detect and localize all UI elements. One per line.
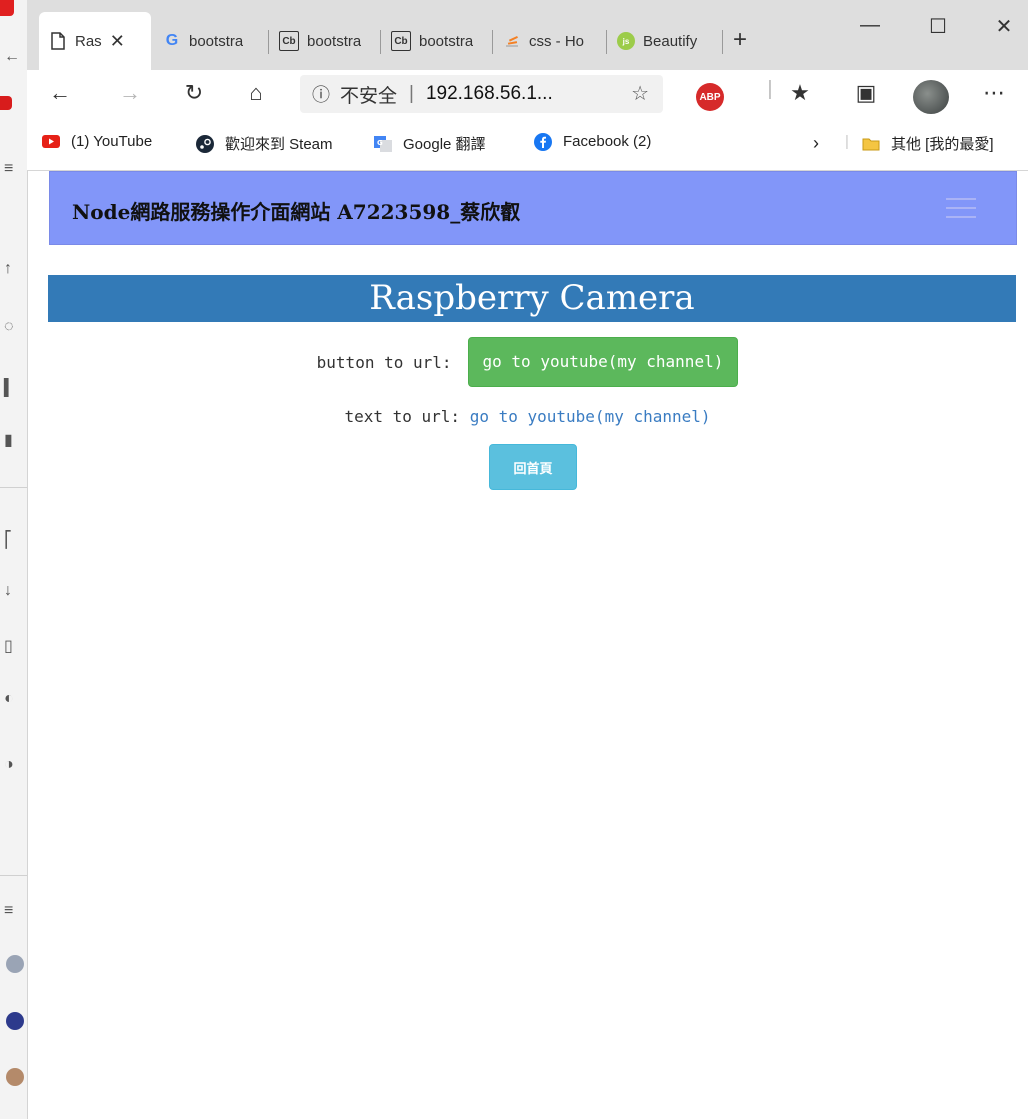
text-prefix-label: text to url: [344,407,461,426]
maximize-icon[interactable]: ☐ [923,14,953,39]
close-tab-icon[interactable]: ✕ [110,31,125,52]
info-icon[interactable]: ⓘ [312,81,330,107]
avatar-icon [6,1068,24,1086]
tab-raspberry[interactable]: Ras ✕ [39,12,151,70]
toolbar-divider: | [767,78,773,100]
bookmark-label: 歡迎來到 Steam [225,136,333,153]
circle-icon: ◑ [4,756,14,773]
back-home-button[interactable]: 回首頁 [489,444,577,490]
divider [0,487,27,488]
browser-chrome: Ras ✕ G bootstra Cb bootstra Cb bootstra… [27,0,1028,171]
bookmark-divider: | [845,133,849,150]
stackoverflow-icon [503,32,521,50]
tab-beautify[interactable]: js Beautify [607,18,723,64]
bookmark-facebook[interactable]: Facebook (2) [533,132,652,151]
web-page: Node網路服務操作介面網站 A7223598_蔡欣叡 Raspberry Ca… [27,171,1028,1119]
codeply-icon: Cb [391,31,411,51]
favorites-icon[interactable]: ★ [785,80,815,106]
bookmark-youtube[interactable]: (1) YouTube [41,133,152,150]
tab-bar: Ras ✕ G bootstra Cb bootstra Cb bootstra… [27,0,1028,70]
google-icon: G [165,32,179,49]
avatar-icon [6,1012,24,1030]
page-title: Raspberry Camera [48,275,1016,322]
up-arrow-icon: ↑ [4,260,12,277]
circle-icon: ◌ [4,318,14,335]
address-bar[interactable]: ⓘ 不安全 | 192.168.56.1... ☆ [300,75,663,113]
back-icon[interactable]: ← [45,80,75,106]
refresh-icon[interactable]: ↻ [179,80,209,106]
tab-label: bootstra [419,32,474,50]
tab-google[interactable]: G bootstra [153,18,269,64]
block-icon: ▮ [4,432,13,449]
bracket-icon: ⎡ [4,532,12,549]
button-prefix-label: button to url: [316,352,452,372]
bookmark-label: (1) YouTube [71,133,153,150]
bookmark-other-favorites[interactable]: 其他 [我的最愛] [861,133,994,154]
circle-icon: ◐ [4,690,14,707]
box-icon: ▯ [4,638,13,655]
beautify-icon: js [617,32,635,50]
page-icon [49,32,67,50]
more-menu-icon[interactable]: ⋯ [979,80,1009,106]
tab-label: bootstra [189,32,244,50]
avatar-icon [6,955,24,973]
hamburger-menu-icon[interactable] [946,198,976,225]
navbar-brand[interactable]: Node網路服務操作介面網站 A7223598_蔡欣叡 [72,196,520,225]
svg-text:G: G [377,139,383,147]
facebook-icon [533,132,553,151]
bookmarks-bar: (1) YouTube 歡迎來到 Steam G Google 翻譯 Faceb… [27,120,1028,171]
url-text[interactable]: 192.168.56.1... [426,83,553,105]
tab-label: css - Ho [529,32,585,50]
youtube-icon [41,134,61,150]
tab-stackoverflow[interactable]: css - Ho [493,18,607,64]
bookmark-label: Facebook (2) [563,133,652,150]
background-app-icon [0,96,12,110]
favorite-star-icon[interactable]: ☆ [631,81,649,106]
bar-icon: ▍ [4,380,17,397]
bookmark-label: Google 翻譯 [403,136,486,153]
tab-label: bootstra [307,32,362,50]
text-icon: ≡ [4,902,14,919]
tab-label: Ras [75,32,102,50]
navigation-toolbar: ← → ↻ ⌂ ⓘ 不安全 | 192.168.56.1... ☆ | ★ ▣ … [27,70,1028,120]
forward-icon[interactable]: → [115,80,145,106]
back-arrow-icon: ← [4,48,20,65]
navbar: Node網路服務操作介面網站 A7223598_蔡欣叡 [49,171,1017,245]
new-tab-icon[interactable]: + [733,26,747,54]
address-separator: | [409,83,414,104]
text-link-row: text to url: go to youtube(my channel) [27,407,1028,426]
tab-codeply-2[interactable]: Cb bootstra [381,18,493,64]
menu-icon: ≡ [4,160,14,177]
collections-icon[interactable]: ▣ [851,80,881,106]
minimize-icon[interactable]: — [855,14,885,37]
folder-icon [861,136,881,152]
background-window-strip: ← ≡ ↑ ◌ ▍ ▮ ⎡ ↓ ▯ ◐ ◑ ≡ [0,0,28,1119]
bookmark-google-translate[interactable]: G Google 翻譯 [373,133,486,154]
bookmark-steam[interactable]: 歡迎來到 Steam [195,133,333,154]
button-row: button to url: go to youtube(my channel) [27,337,1028,387]
tab-label: Beautify [643,32,698,50]
profile-avatar[interactable] [913,80,949,114]
home-icon[interactable]: ⌂ [241,80,271,106]
divider [0,875,27,876]
steam-icon [195,134,215,153]
google-translate-icon: G [373,135,393,152]
adblock-extension-icon[interactable]: ABP [696,83,724,111]
tab-divider [722,30,723,54]
security-label: 不安全 [340,85,398,107]
codeply-icon: Cb [279,31,299,51]
close-window-icon[interactable]: ✕ [989,14,1019,39]
youtube-channel-link[interactable]: go to youtube(my channel) [470,407,711,426]
youtube-channel-button[interactable]: go to youtube(my channel) [467,337,739,387]
tab-codeply-1[interactable]: Cb bootstra [269,18,381,64]
background-app-icon [0,0,14,16]
bookmark-label: 其他 [我的最愛] [891,136,994,153]
more-bookmarks-chevron-icon[interactable]: › [813,133,819,154]
down-arrow-icon: ↓ [4,582,12,599]
